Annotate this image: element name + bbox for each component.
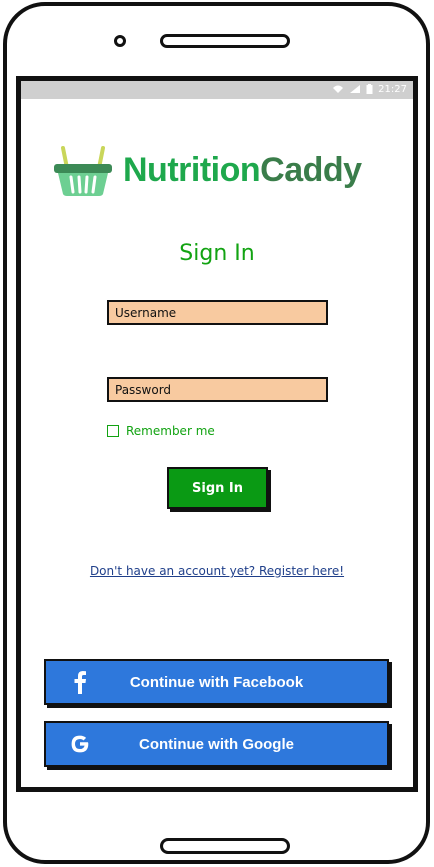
signal-icon: [349, 84, 361, 97]
facebook-icon: [60, 662, 100, 702]
status-bar: 21:27: [21, 81, 413, 99]
brand-name-part-b: Caddy: [260, 151, 362, 189]
remember-me-checkbox[interactable]: [107, 425, 119, 437]
screen: 21:27 NutritionCaddy Sign In Remember me…: [16, 76, 418, 792]
remember-me-row[interactable]: Remember me: [107, 424, 215, 438]
password-input[interactable]: [107, 377, 328, 402]
brand-name-part-a: Nutrition: [123, 151, 261, 189]
status-time: 21:27: [378, 84, 407, 95]
google-login-button[interactable]: Continue with Google: [44, 721, 389, 767]
facebook-login-label: Continue with Facebook: [129, 673, 304, 691]
register-link[interactable]: Don't have an account yet? Register here…: [21, 564, 413, 578]
brand-name: NutritionCaddy: [123, 153, 362, 187]
camera-icon: [114, 35, 126, 47]
speaker-grille: [160, 34, 290, 48]
brand-logo: NutritionCaddy: [51, 141, 401, 199]
facebook-login-button[interactable]: Continue with Facebook: [44, 659, 389, 705]
google-login-label: Continue with Google: [139, 735, 294, 753]
google-icon: [60, 724, 100, 764]
username-input[interactable]: [107, 300, 328, 325]
sign-in-button[interactable]: Sign In: [167, 467, 268, 509]
page-title: Sign In: [179, 241, 255, 266]
remember-me-label: Remember me: [126, 424, 215, 438]
basket-icon: [54, 146, 112, 196]
battery-icon: [366, 83, 373, 97]
home-button[interactable]: [160, 838, 290, 854]
wifi-icon: [332, 84, 344, 97]
